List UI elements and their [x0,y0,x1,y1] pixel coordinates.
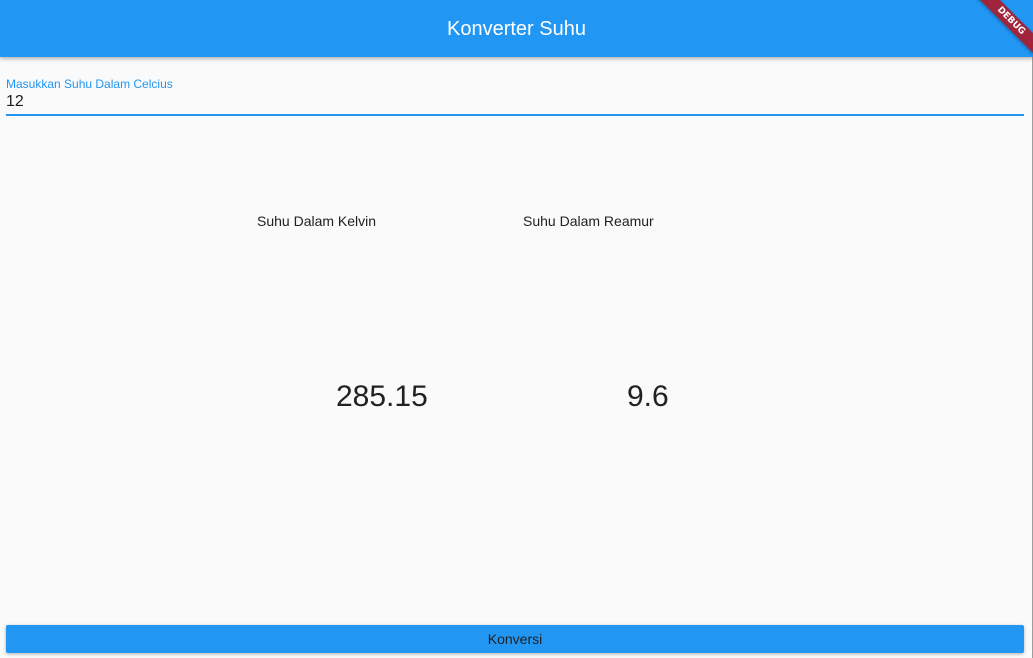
app-window: Konverter Suhu DEBUG Masukkan Suhu Dalam… [0,0,1033,658]
reamur-label: Suhu Dalam Reamur [523,213,654,229]
celsius-input[interactable] [6,90,1024,116]
debug-banner: DEBUG [974,0,1033,60]
app-bar: Konverter Suhu [0,0,1033,57]
celsius-input-label: Masukkan Suhu Dalam Celcius [6,77,173,91]
debug-banner-label: DEBUG [974,0,1033,58]
convert-button[interactable]: Konversi [6,625,1024,653]
kelvin-value: 285.15 [336,380,428,413]
reamur-value: 9.6 [627,380,669,413]
app-bar-title: Konverter Suhu [447,18,586,40]
kelvin-label: Suhu Dalam Kelvin [257,213,377,229]
